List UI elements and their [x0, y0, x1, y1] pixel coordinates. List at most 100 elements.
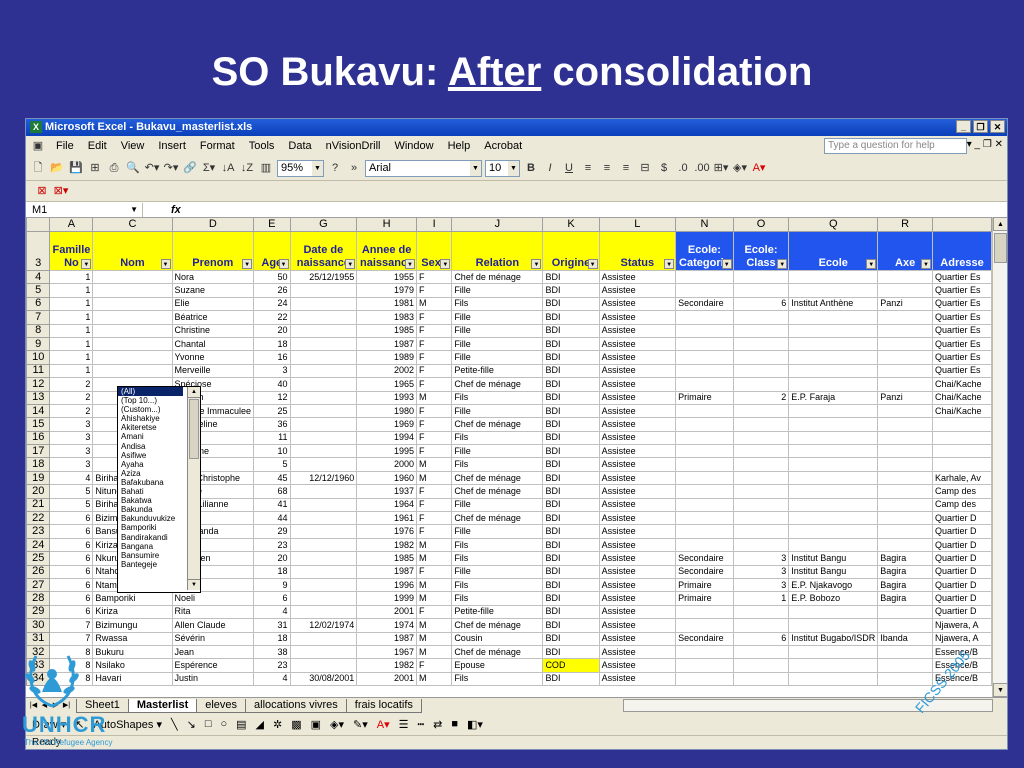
table-cell[interactable]: BDI: [542, 470, 600, 486]
line-color-icon[interactable]: ✎▾: [353, 718, 368, 731]
arrow-style-icon[interactable]: ⇄: [433, 718, 442, 731]
table-cell[interactable]: [289, 377, 358, 392]
table-cell[interactable]: 3: [49, 430, 94, 446]
row-header[interactable]: 12: [26, 377, 51, 392]
table-cell[interactable]: [877, 658, 933, 673]
table-cell[interactable]: 1999: [356, 591, 417, 606]
table-cell[interactable]: BDI: [542, 283, 600, 298]
table-cell[interactable]: 1987: [356, 336, 417, 352]
table-cell[interactable]: [92, 296, 173, 312]
column-header[interactable]: A: [49, 217, 94, 232]
table-cell[interactable]: [788, 336, 879, 352]
table-cell[interactable]: Assistee: [598, 377, 677, 392]
row-header[interactable]: 28: [26, 591, 51, 606]
table-cell[interactable]: Bizimungu: [92, 618, 173, 633]
table-cell[interactable]: [289, 524, 358, 539]
row-header[interactable]: 20: [26, 484, 51, 499]
table-cell[interactable]: 1987: [356, 631, 417, 646]
table-cell[interactable]: 6: [49, 604, 94, 620]
textbox-icon[interactable]: ▤: [236, 718, 246, 731]
table-cell[interactable]: Assistee: [598, 444, 677, 459]
table-cell[interactable]: Assistee: [598, 283, 677, 298]
table-cell[interactable]: Panzi: [877, 296, 933, 312]
table-cell[interactable]: 25/12/1955: [289, 269, 358, 285]
filter-dropdown-icon[interactable]: ▼: [777, 259, 788, 269]
table-cell[interactable]: [732, 417, 790, 432]
table-cell[interactable]: 2001: [356, 604, 417, 620]
table-cell[interactable]: Assistee: [598, 658, 677, 673]
row-header[interactable]: 11: [26, 363, 51, 379]
table-cell[interactable]: Quartier D: [932, 524, 992, 539]
table-cell[interactable]: Bagira: [877, 577, 933, 593]
table-cell[interactable]: [675, 484, 734, 499]
table-cell[interactable]: BDI: [542, 430, 600, 446]
row-header[interactable]: 17: [26, 444, 51, 459]
table-cell[interactable]: Christine: [171, 323, 255, 338]
table-cell[interactable]: Quartier D: [932, 604, 992, 620]
font-color-icon[interactable]: A▾: [751, 160, 767, 176]
table-cell[interactable]: BDI: [542, 390, 600, 405]
table-cell[interactable]: [675, 283, 734, 298]
redo-icon[interactable]: ↷▾: [163, 160, 179, 176]
filter-scrollbar[interactable]: ▲ ▼: [187, 387, 200, 590]
table-cell[interactable]: [289, 591, 358, 606]
table-cell[interactable]: F: [415, 524, 453, 539]
table-cell[interactable]: Fille: [451, 323, 544, 338]
table-cell[interactable]: 3: [732, 551, 790, 566]
table-cell[interactable]: [675, 350, 734, 365]
3d-icon[interactable]: ◧▾: [467, 718, 483, 731]
table-cell[interactable]: [788, 363, 879, 379]
table-cell[interactable]: Chef de ménage: [451, 618, 544, 633]
table-cell[interactable]: Fille: [451, 497, 544, 513]
scroll-up-icon[interactable]: ▲: [188, 387, 200, 398]
table-cell[interactable]: [675, 417, 734, 432]
table-cell[interactable]: Assistee: [598, 417, 677, 432]
oval-icon[interactable]: ○: [220, 718, 227, 730]
table-cell[interactable]: 6: [732, 296, 790, 312]
table-cell[interactable]: 1981: [356, 296, 417, 312]
row-header[interactable]: 31: [26, 631, 51, 646]
table-cell[interactable]: Fille: [451, 564, 544, 579]
table-cell[interactable]: [788, 323, 879, 338]
table-cell[interactable]: Fille: [451, 350, 544, 365]
table-cell[interactable]: BDI: [542, 577, 600, 593]
table-cell[interactable]: 16: [253, 350, 291, 365]
vertical-scrollbar[interactable]: ▲ ▼: [992, 217, 1007, 697]
table-cell[interactable]: Justin: [171, 671, 255, 687]
scroll-thumb[interactable]: [189, 399, 199, 459]
help-icon[interactable]: ?: [327, 160, 343, 176]
table-cell[interactable]: F: [415, 350, 453, 365]
table-cell[interactable]: 40: [253, 377, 291, 392]
table-cell[interactable]: 1982: [356, 658, 417, 673]
table-cell[interactable]: [92, 363, 173, 379]
table-cell[interactable]: Fils: [451, 457, 544, 472]
table-cell[interactable]: Chantal: [171, 336, 255, 352]
table-cell[interactable]: Fils: [451, 591, 544, 606]
table-cell[interactable]: [289, 564, 358, 579]
table-cell[interactable]: BDI: [542, 417, 600, 432]
row-header[interactable]: 16: [26, 430, 51, 446]
table-cell[interactable]: 5: [253, 457, 291, 472]
table-cell[interactable]: [877, 269, 933, 285]
table-cell[interactable]: 30/08/2001: [289, 671, 358, 687]
table-cell[interactable]: [788, 283, 879, 298]
function-icon[interactable]: fx: [171, 204, 181, 216]
table-cell[interactable]: [877, 336, 933, 352]
table-cell[interactable]: 31: [253, 618, 291, 633]
table-cell[interactable]: BDI: [542, 671, 600, 687]
table-cell[interactable]: [289, 417, 358, 432]
table-cell[interactable]: [92, 269, 173, 285]
column-header[interactable]: [932, 217, 992, 232]
table-cell[interactable]: 1969: [356, 417, 417, 432]
table-cell[interactable]: Kiriza: [92, 604, 173, 620]
font-color-icon[interactable]: A▾: [377, 718, 390, 731]
table-cell[interactable]: BDI: [542, 484, 600, 499]
table-cell[interactable]: 11: [253, 430, 291, 446]
tab-frais-locatifs[interactable]: frais locatifs: [345, 698, 422, 713]
table-cell[interactable]: Camp des: [932, 497, 992, 513]
table-cell[interactable]: 1: [49, 350, 94, 365]
table-cell[interactable]: 29: [253, 524, 291, 539]
table-cell[interactable]: Quartier D: [932, 537, 992, 553]
table-cell[interactable]: [289, 283, 358, 298]
table-cell[interactable]: 6: [49, 524, 94, 539]
